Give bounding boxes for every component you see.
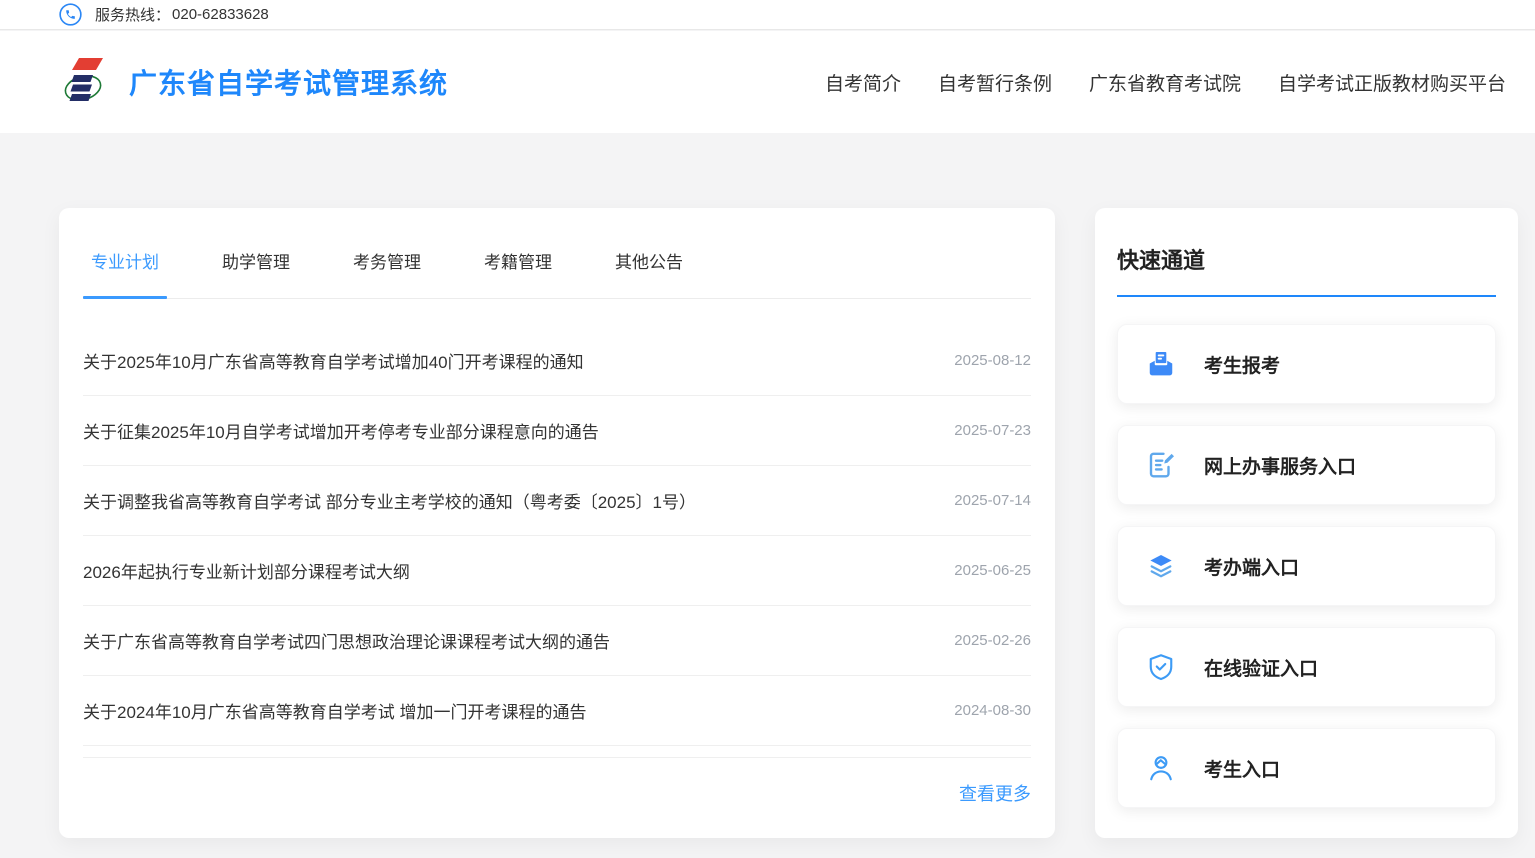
nav-link[interactable]: 自考简介 — [825, 69, 901, 96]
view-more-row: 查看更多 — [83, 780, 1031, 806]
news-date: 2025-02-26 — [954, 632, 1031, 649]
quick-access-title: 快速通道 — [1117, 243, 1496, 275]
news-title[interactable]: 关于2025年10月广东省高等教育自学考试增加40门开考课程的通知 — [83, 348, 584, 373]
news-tab[interactable]: 助学管理 — [214, 248, 298, 298]
hotline-text: 服务热线： 020-62833628 — [95, 4, 269, 25]
quick-link-label: 在线验证入口 — [1204, 654, 1318, 681]
quick-link-label: 考办端入口 — [1204, 553, 1299, 580]
quick-link-label: 考生报考 — [1204, 351, 1280, 378]
nav-link[interactable]: 自考暂行条例 — [938, 69, 1052, 96]
news-date: 2025-07-14 — [954, 492, 1031, 509]
news-title[interactable]: 关于征集2025年10月自学考试增加开考停考专业部分课程意向的通告 — [83, 418, 599, 443]
tab-label: 助学管理 — [222, 253, 290, 272]
news-tab[interactable]: 考务管理 — [345, 248, 429, 298]
phone-icon — [59, 3, 82, 26]
news-row[interactable]: 关于2024年10月广东省高等教育自学考试 增加一门开考课程的通告 2024-0… — [83, 676, 1031, 746]
news-date: 2025-08-12 — [954, 352, 1031, 369]
news-date: 2024-08-30 — [954, 702, 1031, 719]
view-more-link[interactable]: 查看更多 — [959, 784, 1031, 804]
news-title[interactable]: 关于广东省高等教育自学考试四门思想政治理论课课程考试大纲的通告 — [83, 628, 610, 653]
news-date: 2025-06-25 — [954, 562, 1031, 579]
nav-link[interactable]: 广东省教育考试院 — [1089, 69, 1241, 96]
quick-access-list: 考生报考 网上办事服务入口 考办端入口 — [1117, 324, 1496, 808]
quick-link-label: 考生入口 — [1204, 755, 1280, 782]
news-row[interactable]: 关于广东省高等教育自学考试四门思想政治理论课课程考试大纲的通告 2025-02-… — [83, 606, 1031, 676]
news-title[interactable]: 关于调整我省高等教育自学考试 部分专业主考学校的通知（粤考委〔2025〕1号） — [83, 488, 696, 513]
inbox-icon — [1146, 349, 1176, 379]
news-title[interactable]: 2026年起执行专业新计划部分课程考试大纲 — [83, 558, 410, 583]
list-end-divider — [83, 757, 1031, 758]
news-tab[interactable]: 其他公告 — [607, 248, 691, 298]
site-logo — [60, 56, 106, 108]
news-title[interactable]: 关于2024年10月广东省高等教育自学考试 增加一门开考课程的通告 — [83, 698, 586, 723]
quick-access-panel: 快速通道 考生报考 网上办事服务入口 — [1095, 208, 1518, 838]
user-icon — [1146, 753, 1176, 783]
tab-label: 考籍管理 — [484, 253, 552, 272]
news-row[interactable]: 关于调整我省高等教育自学考试 部分专业主考学校的通知（粤考委〔2025〕1号） … — [83, 466, 1031, 536]
tab-label: 专业计划 — [91, 253, 159, 272]
news-list: 关于2025年10月广东省高等教育自学考试增加40门开考课程的通知 2025-0… — [83, 326, 1031, 746]
header: 广东省自学考试管理系统 自考简介 自考暂行条例 广东省教育考试院 自学考试正版教… — [0, 31, 1535, 133]
news-row[interactable]: 关于2025年10月广东省高等教育自学考试增加40门开考课程的通知 2025-0… — [83, 326, 1031, 396]
quick-link-card[interactable]: 考生报考 — [1117, 324, 1496, 404]
hotline-label: 服务热线： — [95, 4, 170, 25]
quick-link-card[interactable]: 考生入口 — [1117, 728, 1496, 808]
layers-icon — [1146, 551, 1176, 581]
quick-link-card[interactable]: 考办端入口 — [1117, 526, 1496, 606]
news-panel: 专业计划 助学管理 考务管理 考籍管理 其他公告 关于2025年10月广东省高等… — [59, 208, 1055, 838]
news-date: 2025-07-23 — [954, 422, 1031, 439]
hotline-number: 020-62833628 — [172, 6, 269, 23]
topbar: 服务热线： 020-62833628 — [0, 0, 1535, 30]
news-row[interactable]: 2026年起执行专业新计划部分课程考试大纲 2025-06-25 — [83, 536, 1031, 606]
quick-link-card[interactable]: 网上办事服务入口 — [1117, 425, 1496, 505]
quick-link-card[interactable]: 在线验证入口 — [1117, 627, 1496, 707]
news-tabs: 专业计划 助学管理 考务管理 考籍管理 其他公告 — [83, 208, 1031, 299]
site-title: 广东省自学考试管理系统 — [129, 62, 448, 102]
quick-link-label: 网上办事服务入口 — [1204, 452, 1356, 479]
tab-label: 其他公告 — [615, 253, 683, 272]
shield-check-icon — [1146, 652, 1176, 682]
header-nav: 自考简介 自考暂行条例 广东省教育考试院 自学考试正版教材购买平台 — [825, 31, 1506, 133]
nav-link[interactable]: 自学考试正版教材购买平台 — [1278, 69, 1506, 96]
news-tab[interactable]: 专业计划 — [83, 248, 167, 298]
tab-label: 考务管理 — [353, 253, 421, 272]
document-edit-icon — [1146, 450, 1176, 480]
quick-access-underline — [1117, 295, 1496, 297]
news-row[interactable]: 关于征集2025年10月自学考试增加开考停考专业部分课程意向的通告 2025-0… — [83, 396, 1031, 466]
news-tab[interactable]: 考籍管理 — [476, 248, 560, 298]
